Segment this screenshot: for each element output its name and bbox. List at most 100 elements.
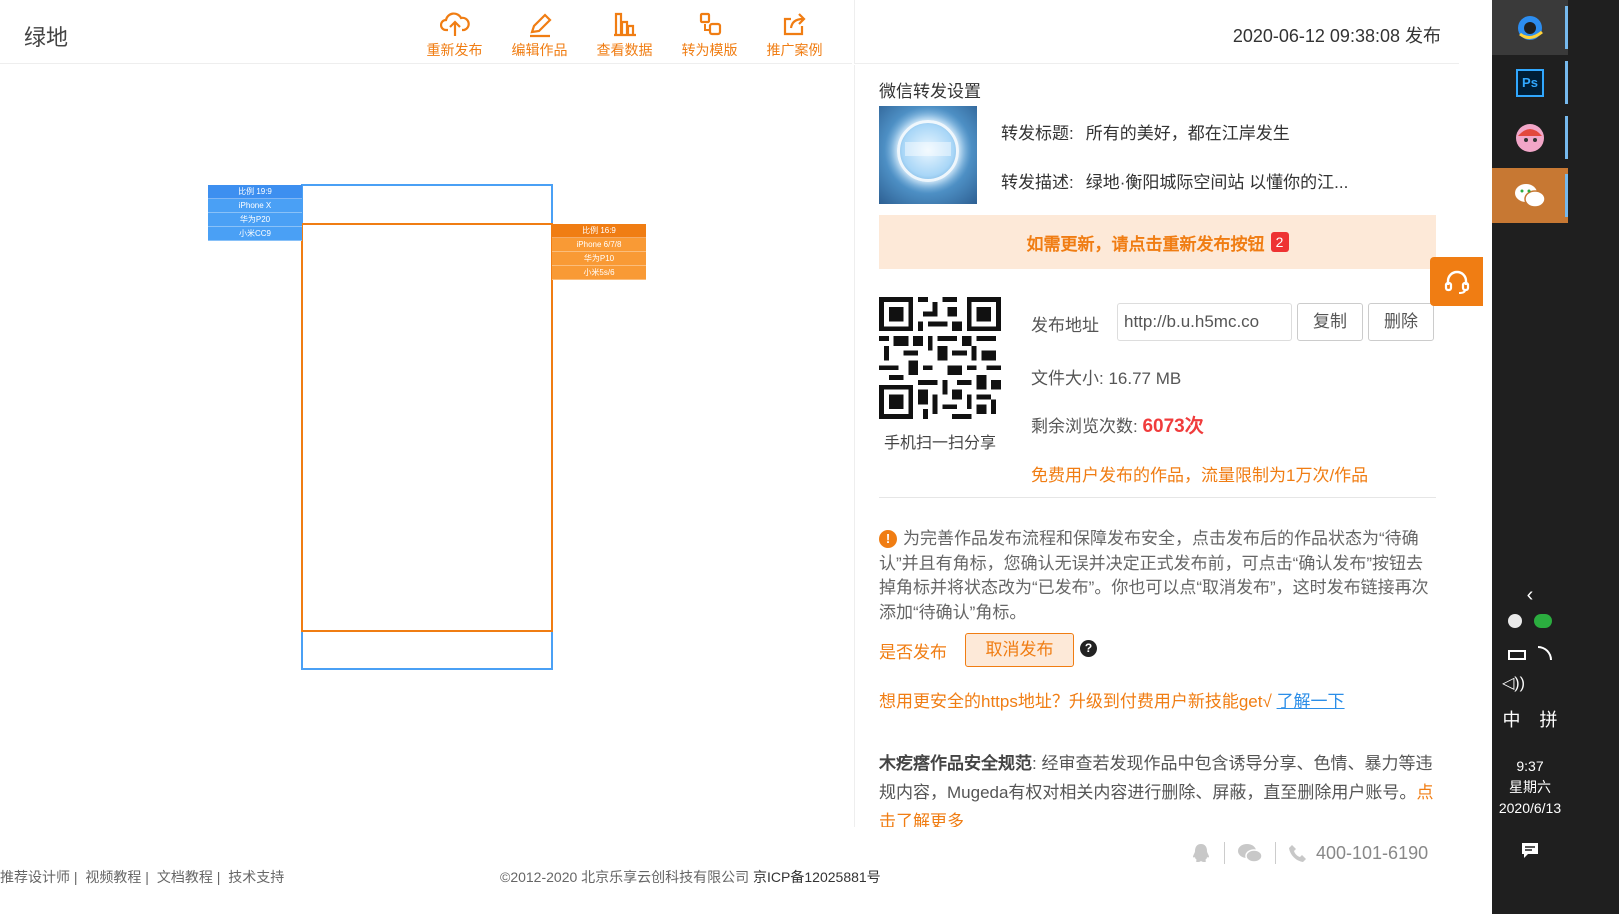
taskbar-clock[interactable]: 9:37 星期六 2020/6/13 xyxy=(1492,756,1568,819)
photoshop-icon: Ps xyxy=(1516,68,1544,97)
file-size-row: 文件大小: 16.77 MB xyxy=(1031,364,1181,389)
share-thumbnail[interactable] xyxy=(879,106,977,204)
views-row: 剩余浏览次数: 6073次 xyxy=(1031,411,1204,438)
edit-work-label: 编辑作品 xyxy=(511,42,568,58)
publish-time-bar: 2020-06-12 09:38:08 发布 xyxy=(854,0,1459,64)
share-title-label: 转发标题: xyxy=(1001,124,1074,143)
file-size-value: 16.77 MB xyxy=(1108,369,1182,388)
copyright-text: ©2012-2020 北京乐享云创科技有限公司 xyxy=(500,869,750,885)
convert-template-label: 转为模版 xyxy=(681,42,738,58)
question-icon[interactable]: ? xyxy=(1080,640,1097,657)
safety-rules: 木疙瘩作品安全规范: 经审查若发现作品中包含诱导分享、色情、暴力等违规内容，Mu… xyxy=(879,749,1436,827)
notification-icon xyxy=(1522,843,1538,858)
ps-label: Ps xyxy=(1522,74,1538,90)
tray-icons-row2 xyxy=(1492,646,1568,665)
taskbar-app-wechat[interactable] xyxy=(1492,168,1568,223)
ratio-tag-title: 比例 19:9 xyxy=(208,185,302,199)
taskbar-app-photoshop[interactable]: Ps xyxy=(1492,55,1568,110)
active-marker xyxy=(1565,116,1568,159)
thumbnail-text xyxy=(905,142,951,156)
share-desc-label: 转发描述: xyxy=(1001,173,1074,192)
wechat-icon[interactable] xyxy=(1237,842,1263,864)
share-title-value: 所有的美好，都在江岸发生 xyxy=(1085,124,1290,143)
notification-button[interactable] xyxy=(1492,840,1568,865)
wechat-settings-title: 微信转发设置 xyxy=(879,82,981,101)
app-avatar-icon xyxy=(1516,123,1544,152)
active-marker xyxy=(1565,61,1568,104)
cancel-publish-button[interactable]: 取消发布 xyxy=(965,633,1074,667)
publish-warning: ! 为完善作品发布流程和保障发布安全，点击发布后的作品状态为“待确认”并且有角标，… xyxy=(879,527,1436,625)
file-size-label: 文件大小: xyxy=(1031,369,1104,388)
publish-address-field[interactable]: http://b.u.h5mc.co xyxy=(1117,303,1292,341)
clock-date: 2020/6/13 xyxy=(1498,800,1562,816)
views-value: 6073次 xyxy=(1142,416,1204,437)
active-marker xyxy=(1565,6,1568,49)
header: 绿地 重新发布 编辑作品 查看数据 转为模版 推广案例 xyxy=(0,0,852,64)
https-text: 想用更安全的https地址？升级到付费用户新技能get√ xyxy=(879,692,1272,711)
phone-icon xyxy=(1289,845,1306,862)
share-desc-row: 转发描述: 绿地·衡阳城际空间站 以懂你的江... xyxy=(1001,168,1348,193)
device-label: 华为P20 xyxy=(208,213,302,227)
publish-time: 2020-06-12 09:38:08 发布 xyxy=(1232,26,1441,46)
qq-icon[interactable] xyxy=(1190,842,1212,864)
battery-icon[interactable] xyxy=(1508,650,1526,660)
qr-caption: 手机扫一扫分享 xyxy=(883,435,996,452)
separator xyxy=(1275,842,1276,864)
icp-number[interactable]: 京ICP备12025881号 xyxy=(753,869,881,885)
ime-indicator[interactable]: 中 拼 xyxy=(1492,706,1568,732)
copy-button[interactable]: 复制 xyxy=(1297,303,1363,341)
taskbar-app-browser[interactable] xyxy=(1492,0,1568,55)
footer-links: 推荐设计师 | 视频教程 | 文档教程 | 技术支持 xyxy=(0,867,288,887)
republish-button[interactable]: 重新发布 xyxy=(412,10,497,60)
device-label: 小米CC9 xyxy=(208,227,302,241)
tray-icons-row1 xyxy=(1492,614,1568,633)
ratio-tag-19-9: 比例 19:9 iPhone X 华为P20 小米CC9 xyxy=(208,185,302,241)
address-label: 发布地址 xyxy=(1031,316,1099,335)
share-desc-value: 绿地·衡阳城际空间站 以懂你的江... xyxy=(1085,173,1349,192)
rules-title: 木疙瘩作品安全规范 xyxy=(879,754,1032,773)
edit-work-button[interactable]: 编辑作品 xyxy=(497,10,582,60)
wifi-icon[interactable] xyxy=(1538,646,1552,660)
convert-template-icon xyxy=(699,12,721,36)
qq-tray-icon[interactable] xyxy=(1508,614,1522,628)
ime-lang[interactable]: 中 xyxy=(1502,710,1520,730)
volume-icon[interactable]: ◁)) xyxy=(1492,673,1568,693)
wechat-icon xyxy=(1515,183,1546,208)
active-marker xyxy=(1565,174,1568,217)
headset-icon xyxy=(1444,270,1469,294)
republish-notice: 如需更新，请点击重新发布按钮 2 xyxy=(879,215,1436,269)
promote-case-label: 推广案例 xyxy=(766,42,823,58)
view-data-label: 查看数据 xyxy=(596,42,653,58)
exclamation-icon: ! xyxy=(879,530,897,548)
traffic-limit-text: 免费用户发布的作品，流量限制为1万次/作品 xyxy=(1031,466,1369,485)
view-data-button[interactable]: 查看数据 xyxy=(582,10,667,60)
device-label: iPhone 6/7/8 xyxy=(552,238,646,252)
wechat-tray-icon[interactable] xyxy=(1534,614,1552,628)
publish-status-label: 是否发布 xyxy=(879,643,947,662)
cloud-upload-icon xyxy=(439,12,470,36)
share-export-icon xyxy=(783,13,806,36)
customer-service-button[interactable] xyxy=(1430,257,1483,306)
footer-link-support[interactable]: 技术支持 xyxy=(228,869,284,885)
views-label: 剩余浏览次数: xyxy=(1031,417,1138,436)
ratio-tag-title: 比例 16:9 xyxy=(552,224,646,238)
copyright: ©2012-2020 北京乐享云创科技有限公司 京ICP备12025881号 xyxy=(500,867,881,887)
divider xyxy=(879,497,1436,498)
convert-template-button[interactable]: 转为模版 xyxy=(667,10,752,60)
promote-case-button[interactable]: 推广案例 xyxy=(752,10,837,60)
footer-link-docs[interactable]: 文档教程 | xyxy=(157,869,221,885)
pencil-icon xyxy=(529,13,552,38)
footer-link-designers[interactable]: 推荐设计师 | xyxy=(0,869,78,885)
learn-more-link[interactable]: 了解一下 xyxy=(1277,692,1345,711)
toolbar: 重新发布 编辑作品 查看数据 转为模版 推广案例 xyxy=(412,10,837,60)
contact-bar: 400-101-6190 xyxy=(1190,842,1428,864)
taskbar-app-avatar[interactable] xyxy=(1492,110,1568,165)
ime-mode[interactable]: 拼 xyxy=(1540,710,1558,730)
footer-link-video[interactable]: 视频教程 | xyxy=(85,869,149,885)
device-label: 小米5s/6 xyxy=(552,266,646,280)
tray-expand-icon[interactable]: ‹ xyxy=(1492,584,1568,607)
delete-button[interactable]: 删除 xyxy=(1368,303,1434,341)
republish-label: 重新发布 xyxy=(426,42,483,58)
device-label: 华为P10 xyxy=(552,252,646,266)
publish-panel: 微信转发设置 转发标题: 所有的美好，都在江岸发生 转发描述: 绿地·衡阳城际空间站… xyxy=(854,65,1459,827)
